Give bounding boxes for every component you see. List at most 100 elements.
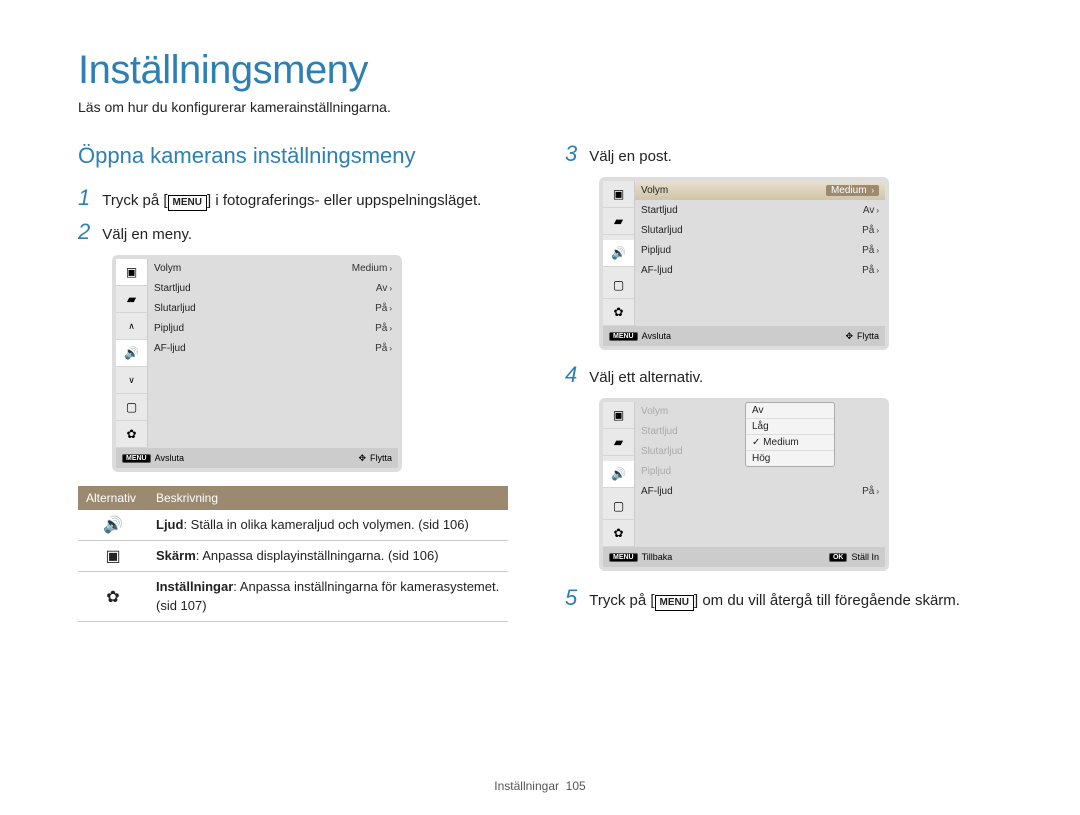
menu-item-label: Slutarljud	[641, 225, 862, 236]
speaker-icon: 🔊	[78, 510, 148, 540]
footer-exit-label: Avsluta	[155, 453, 184, 463]
menu-item-value: På›	[375, 303, 392, 314]
chevron-up-icon: ∧	[116, 313, 147, 340]
page-title: Inställningsmeny	[78, 48, 1002, 93]
menu-item-label: Pipljud	[641, 466, 879, 477]
menu-item-value: Av›	[863, 205, 879, 216]
gear-icon: ✿	[603, 520, 634, 547]
chevron-down-icon: ∨	[116, 367, 147, 394]
dropdown-item: Låg	[746, 419, 834, 435]
step-5: 5 Tryck på [MENU] om du vill återgå till…	[565, 587, 1002, 611]
menu-item-label: Slutarljud	[154, 303, 375, 314]
step-number: 5	[565, 587, 577, 609]
camera-sidebar: ▣ ▰ 🔊 ▢ ✿	[603, 402, 635, 547]
camera-footer: MENU Avsluta ✥ Flytta	[603, 326, 885, 346]
display-icon: ▢	[603, 272, 634, 299]
camera-sidebar: ▣ ▰ ∧ 🔊 ∨ ▢ ✿	[116, 259, 148, 448]
camera-sidebar: ▣ ▰ 🔊 ▢ ✿	[603, 181, 635, 326]
dropdown-item-selected: Medium	[746, 435, 834, 451]
step1-text-a: Tryck på [	[102, 192, 167, 209]
right-column: 3 Välj en post. ▣ ▰ 🔊 ▢ ✿	[565, 143, 1002, 622]
options-header-col1: Alternativ	[78, 486, 148, 510]
option-desc: : Anpassa displayinställningarna. (sid 1…	[196, 548, 439, 563]
camera-menu-screenshot-3: ▣ ▰ 🔊 ▢ ✿ Volym Startljud Slutarljud	[599, 398, 889, 571]
step3-text: Välj en post.	[589, 143, 672, 167]
menu-item-label: AF-ljud	[641, 486, 862, 497]
left-column: Öppna kamerans inställningsmeny 1 Tryck …	[78, 143, 515, 622]
page-subtitle: Läs om hur du konfigurerar kamerainställ…	[78, 99, 1002, 115]
camera-icon: ▣	[603, 181, 634, 208]
option-row: 🔊 Ljud: Ställa in olika kameraljud och v…	[78, 510, 508, 541]
camera-menu-screenshot-1: ▣ ▰ ∧ 🔊 ∨ ▢ ✿ VolymMedium› StartljudAv› …	[112, 255, 402, 472]
options-header-col2: Beskrivning	[148, 486, 508, 510]
menu-button-label: MENU	[168, 195, 207, 211]
option-desc: : Ställa in olika kameraljud och volymen…	[183, 517, 468, 532]
camera-footer: MENU Avsluta ✥ Flytta	[116, 448, 398, 468]
options-table: Alternativ Beskrivning 🔊 Ljud: Ställa in…	[78, 486, 508, 622]
ok-icon: OK	[829, 553, 848, 562]
menu-item-label: Pipljud	[154, 323, 375, 334]
menu-item-value: På›	[375, 343, 392, 354]
step-number: 2	[78, 221, 90, 243]
camera-menu-screenshot-2: ▣ ▰ 🔊 ▢ ✿ VolymMedium › StartljudAv› Slu…	[599, 177, 889, 350]
option-name: Skärm	[156, 548, 196, 563]
gear-icon: ✿	[603, 299, 634, 326]
menu-item-label: Startljud	[154, 283, 376, 294]
step-number: 3	[565, 143, 577, 165]
footer-set-label: Ställ In	[851, 552, 879, 562]
step-number: 4	[565, 364, 577, 386]
step2-text: Välj en meny.	[102, 221, 192, 245]
camera-footer: MENU Tillbaka OKStäll In	[603, 547, 885, 567]
display-icon: ▢	[116, 394, 147, 421]
option-name: Inställningar	[156, 579, 233, 594]
menu-item-value: På›	[862, 225, 879, 236]
menu-icon: MENU	[609, 332, 638, 341]
menu-item-value: På›	[862, 245, 879, 256]
step-3: 3 Välj en post.	[565, 143, 1002, 167]
footer-page-number: 105	[566, 779, 586, 793]
step-4: 4 Välj ett alternativ.	[565, 364, 1002, 388]
footer-exit-label: Avsluta	[642, 331, 671, 341]
footer-move-label: Flytta	[857, 331, 879, 341]
volume-dropdown: Av Låg Medium Hög	[745, 402, 835, 467]
menu-item-value: På›	[375, 323, 392, 334]
step1-text-b: ] i fotograferings- eller uppspelningslä…	[207, 192, 481, 209]
nav-icon: ✥	[845, 331, 853, 342]
video-icon: ▰	[116, 286, 147, 313]
footer-back-label: Tillbaka	[642, 552, 673, 562]
video-icon: ▰	[603, 208, 634, 235]
nav-icon: ✥	[358, 453, 366, 464]
gear-icon: ✿	[116, 421, 147, 448]
menu-item-label: Pipljud	[641, 245, 862, 256]
menu-item-label: Volym	[641, 185, 826, 196]
step5-text-a: Tryck på [	[589, 592, 654, 609]
display-icon: ▢	[603, 493, 634, 520]
gear-icon: ✿	[78, 572, 148, 620]
speaker-icon: 🔊	[603, 240, 634, 267]
option-name: Ljud	[156, 517, 183, 532]
menu-item-label: AF-ljud	[154, 343, 375, 354]
option-row: ▣ Skärm: Anpassa displayinställningarna.…	[78, 541, 508, 572]
camera-icon: ▣	[603, 402, 634, 429]
step-2: 2 Välj en meny.	[78, 221, 515, 245]
step-number: 1	[78, 187, 90, 209]
menu-item-value: Medium ›	[826, 185, 879, 196]
menu-item-label: Volym	[154, 263, 352, 274]
speaker-icon: 🔊	[603, 461, 634, 488]
step5-text-b: ] om du vill återgå till föregående skär…	[694, 592, 960, 609]
display-icon: ▣	[78, 541, 148, 571]
page-footer: Inställningar 105	[0, 779, 1080, 793]
menu-icon: MENU	[122, 454, 151, 463]
footer-move-label: Flytta	[370, 453, 392, 463]
menu-item-value: Medium›	[352, 263, 392, 274]
menu-icon: MENU	[609, 553, 638, 562]
menu-item-value: På›	[862, 486, 879, 497]
menu-button-label: MENU	[655, 595, 694, 611]
menu-item-label: Startljud	[641, 205, 863, 216]
footer-section: Inställningar	[494, 779, 559, 793]
camera-icon: ▣	[116, 259, 147, 286]
step4-text: Välj ett alternativ.	[589, 364, 703, 388]
step-1: 1 Tryck på [MENU] i fotograferings- elle…	[78, 187, 515, 211]
speaker-icon: 🔊	[116, 340, 147, 367]
section-heading: Öppna kamerans inställningsmeny	[78, 143, 515, 169]
